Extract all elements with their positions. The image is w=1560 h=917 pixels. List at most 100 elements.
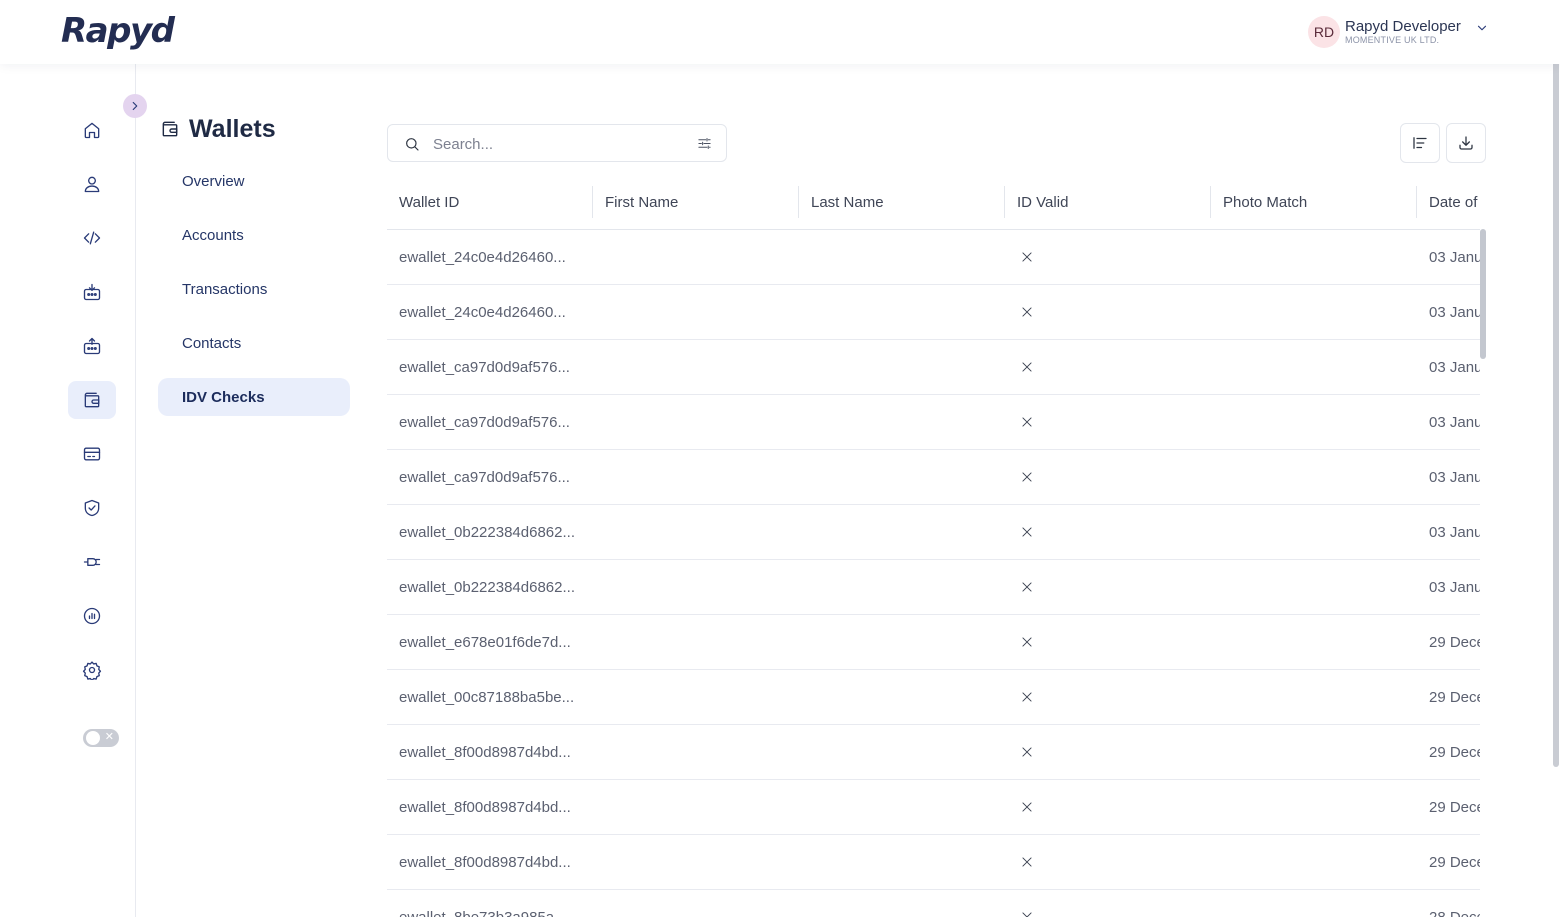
- table-row[interactable]: ewallet_ca97d0d9af576... 03 Janu: [387, 395, 1480, 450]
- icon-rail: ✕: [0, 64, 147, 917]
- app-root: Rapyd RD Rapyd Developer MOMENTIVE UK LT…: [0, 0, 1560, 917]
- cell-text: ewallet_8f00d8987d4bd...: [399, 743, 571, 761]
- rail-item-reports[interactable]: [68, 597, 116, 635]
- cell-first-name: [593, 615, 799, 669]
- wallets-subnav: Wallets Overview Accounts Transactions C…: [158, 112, 350, 416]
- cell-wallet-id: ewallet_00c87188ba5be...: [387, 670, 593, 724]
- code-icon: [83, 231, 101, 245]
- table-row[interactable]: ewallet_0b222384d6862... 03 Janu: [387, 560, 1480, 615]
- cell-last-name: [799, 450, 1005, 504]
- user-text: Rapyd Developer MOMENTIVE UK LTD.: [1345, 19, 1461, 45]
- cell-photo-match: [1211, 340, 1417, 394]
- cell-id-valid: [1005, 890, 1211, 917]
- chevron-down-icon[interactable]: [1475, 21, 1489, 35]
- rail-item-settings[interactable]: [68, 651, 116, 689]
- column-label: First Name: [605, 193, 679, 211]
- close-icon: [1022, 417, 1032, 427]
- user-menu[interactable]: RD Rapyd Developer MOMENTIVE UK LTD.: [1308, 16, 1489, 48]
- cell-first-name: [593, 395, 799, 449]
- table-row[interactable]: ewallet_24c0e4d26460... 03 Janu: [387, 285, 1480, 340]
- cell-text: 03 Janu: [1429, 303, 1480, 321]
- cell-text: ewallet_8f00d8987d4bd...: [399, 798, 571, 816]
- cell-last-name: [799, 285, 1005, 339]
- rail-item-collect[interactable]: [68, 273, 116, 311]
- search-input[interactable]: [433, 133, 673, 155]
- subnav-item-idv-checks[interactable]: IDV Checks: [158, 378, 350, 416]
- collect-icon: [83, 283, 101, 301]
- cell-first-name: [593, 560, 799, 614]
- column-header-wallet-id[interactable]: Wallet ID: [387, 174, 593, 230]
- table-row[interactable]: ewallet_00c87188ba5be... 29 Dece: [387, 670, 1480, 725]
- cell-text: 29 Dece: [1429, 688, 1480, 706]
- subnav-item-accounts[interactable]: Accounts: [158, 216, 350, 254]
- rail-item-integrations[interactable]: [68, 543, 116, 581]
- rail-item-home[interactable]: [68, 111, 116, 149]
- column-header-id-valid[interactable]: ID Valid: [1005, 174, 1211, 230]
- cell-wallet-id: ewallet_e678e01f6de7d...: [387, 615, 593, 669]
- cell-id-valid: [1005, 450, 1211, 504]
- shield-check-icon: [84, 499, 100, 517]
- rail-item-disburse[interactable]: [68, 327, 116, 365]
- subnav-item-contacts[interactable]: Contacts: [158, 324, 350, 362]
- rapyd-logo[interactable]: Rapyd: [61, 11, 175, 51]
- cell-wallet-id: ewallet_24c0e4d26460...: [387, 285, 593, 339]
- rail-item-developers[interactable]: [68, 219, 116, 257]
- table-row[interactable]: ewallet_8be73b3a985a... 28 Dece: [387, 890, 1480, 917]
- rail-item-cards[interactable]: [68, 435, 116, 473]
- cell-text: 29 Dece: [1429, 743, 1480, 761]
- cell-text: 03 Janu: [1429, 523, 1480, 541]
- table-row[interactable]: ewallet_8f00d8987d4bd... 29 Dece: [387, 835, 1480, 890]
- table-row[interactable]: ewallet_ca97d0d9af576... 03 Janu: [387, 450, 1480, 505]
- table-row[interactable]: ewallet_0b222384d6862... 03 Janu: [387, 505, 1480, 560]
- search-icon: [406, 138, 419, 151]
- cell-last-name: [799, 395, 1005, 449]
- cell-text: 28 Dece: [1429, 908, 1480, 917]
- cell-last-name: [799, 890, 1005, 917]
- subnav-item-transactions[interactable]: Transactions: [158, 270, 350, 308]
- download-button[interactable]: [1446, 123, 1486, 163]
- column-header-last-name[interactable]: Last Name: [799, 174, 1005, 230]
- table-row[interactable]: ewallet_ca97d0d9af576... 03 Janu: [387, 340, 1480, 395]
- close-icon: [1022, 307, 1032, 317]
- wallet-icon: [162, 121, 178, 137]
- page-scrollbar[interactable]: [1553, 0, 1559, 767]
- cell-photo-match: [1211, 395, 1417, 449]
- subnav-item-overview[interactable]: Overview: [158, 162, 350, 200]
- cell-date: 03 Janu: [1417, 560, 1480, 614]
- table-row[interactable]: ewallet_8f00d8987d4bd... 29 Dece: [387, 780, 1480, 835]
- cell-photo-match: [1211, 450, 1417, 504]
- rail-item-customers[interactable]: [68, 165, 116, 203]
- rail-item-wallets[interactable]: [68, 381, 116, 419]
- card-icon: [83, 447, 101, 461]
- column-header-first-name[interactable]: First Name: [593, 174, 799, 230]
- cell-id-valid: [1005, 395, 1211, 449]
- column-label: Last Name: [811, 193, 884, 211]
- cell-text: ewallet_24c0e4d26460...: [399, 303, 566, 321]
- cell-first-name: [593, 450, 799, 504]
- rail-item-verify[interactable]: [68, 489, 116, 527]
- table-row[interactable]: ewallet_e678e01f6de7d... 29 Dece: [387, 615, 1480, 670]
- reports-icon: [83, 607, 101, 625]
- table-scrollbar[interactable]: [1480, 229, 1486, 359]
- cell-text: ewallet_ca97d0d9af576...: [399, 468, 570, 486]
- cell-text: ewallet_8f00d8987d4bd...: [399, 853, 571, 871]
- cell-wallet-id: ewallet_ca97d0d9af576...: [387, 450, 593, 504]
- theme-toggle[interactable]: ✕: [83, 729, 119, 747]
- sort-icon: [1413, 137, 1427, 149]
- page-title: Wallets: [189, 114, 276, 143]
- filter-sliders-icon[interactable]: [697, 136, 712, 151]
- expand-sidebar-button[interactable]: [123, 94, 147, 118]
- cell-text: 03 Janu: [1429, 358, 1480, 376]
- close-icon: [1022, 747, 1032, 757]
- cell-id-valid: [1005, 230, 1211, 284]
- sort-button[interactable]: [1400, 123, 1440, 163]
- column-header-photo-match[interactable]: Photo Match: [1211, 174, 1417, 230]
- toggle-knob: [86, 731, 100, 745]
- cell-wallet-id: ewallet_8be73b3a985a...: [387, 890, 593, 917]
- table-row[interactable]: ewallet_8f00d8987d4bd... 29 Dece: [387, 725, 1480, 780]
- table-row[interactable]: ewallet_24c0e4d26460... 03 Janu: [387, 230, 1480, 285]
- cell-date: 03 Janu: [1417, 505, 1480, 559]
- cell-date: 29 Dece: [1417, 615, 1480, 669]
- cell-text: ewallet_e678e01f6de7d...: [399, 633, 571, 651]
- column-header-date-created[interactable]: Date of C: [1417, 174, 1480, 230]
